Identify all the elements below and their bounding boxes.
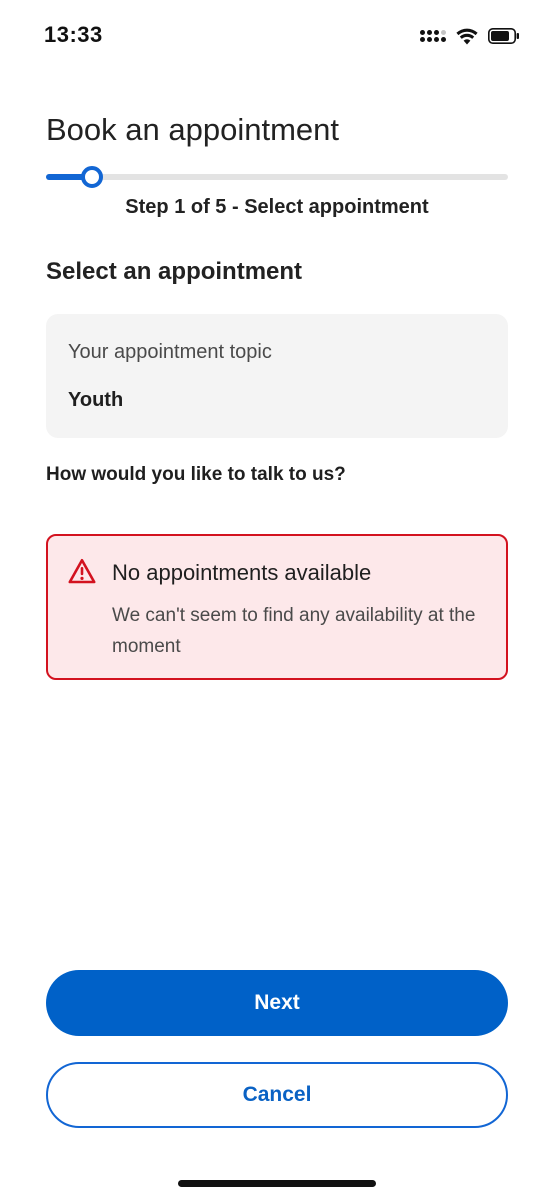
progress-bar xyxy=(46,166,508,188)
battery-icon xyxy=(488,28,519,44)
next-button[interactable]: Next xyxy=(46,970,508,1036)
cellular-signal-icon xyxy=(420,30,446,42)
no-availability-alert: No appointments available We can't seem … xyxy=(46,534,508,680)
warning-triangle-icon xyxy=(68,558,96,584)
home-indicator[interactable] xyxy=(178,1180,376,1187)
topic-card: Your appointment topic Youth xyxy=(46,314,508,438)
alert-title: No appointments available xyxy=(112,560,372,585)
progress-knob xyxy=(81,166,104,188)
cancel-button[interactable]: Cancel xyxy=(46,1062,508,1128)
page-title: Book an appointment xyxy=(46,112,339,147)
section-title: Select an appointment xyxy=(46,258,303,285)
wifi-icon xyxy=(456,28,478,44)
topic-label: Your appointment topic xyxy=(68,341,272,363)
topic-value: Youth xyxy=(68,389,124,411)
status-bar: 13:33 xyxy=(0,0,554,72)
alert-message: We can't seem to find any availability a… xyxy=(112,605,476,657)
screen: 13:33 Book an appointment Step 1 of 5 - … xyxy=(0,0,554,1200)
contact-method-question: How would you like to talk to us? xyxy=(46,464,346,485)
status-time: 13:33 xyxy=(44,22,103,47)
step-label: Step 1 of 5 - Select appointment xyxy=(125,196,429,218)
status-icons xyxy=(420,24,520,48)
